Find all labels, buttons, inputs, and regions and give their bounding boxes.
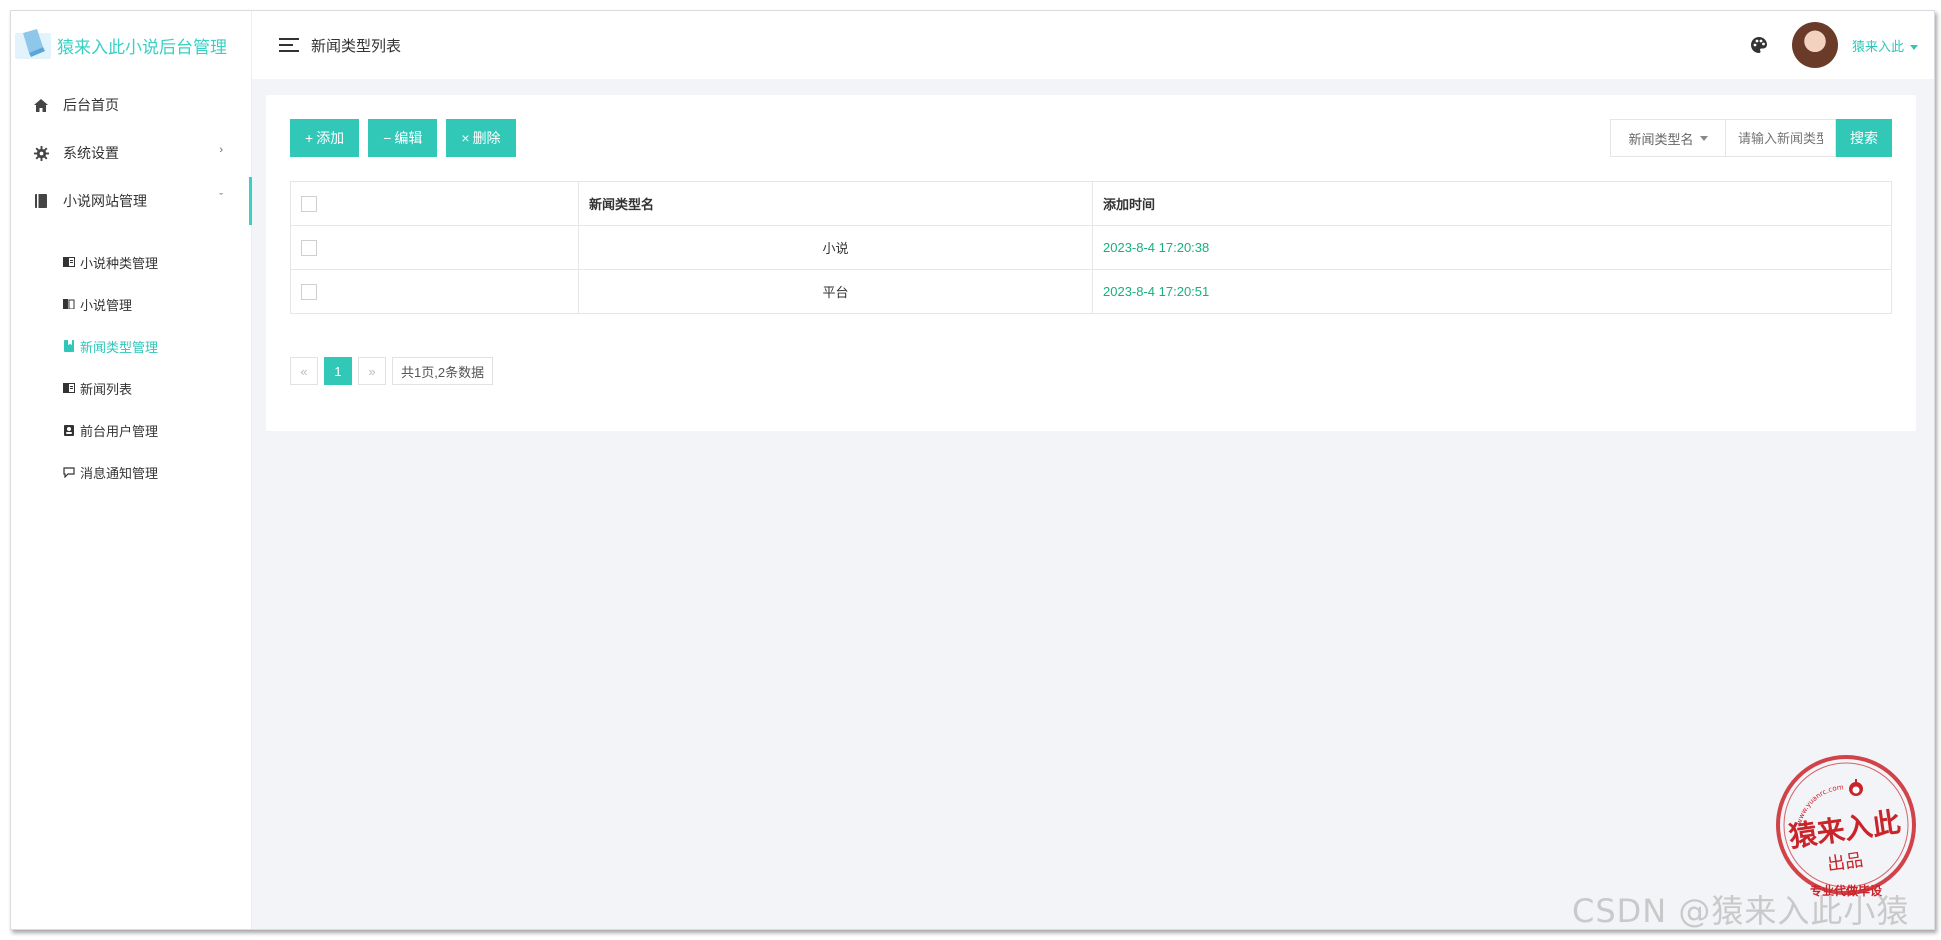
select-all-checkbox[interactable] (301, 195, 317, 212)
book-icon (33, 193, 49, 209)
book-open-icon (63, 256, 75, 268)
sub-item-label: 小说管理 (80, 297, 133, 313)
search-input[interactable] (1726, 119, 1836, 157)
sidebar-item-settings[interactable]: 系统设置 › (11, 129, 251, 177)
sidebar-item-news-type[interactable]: 新闻类型管理 (11, 325, 251, 367)
content-panel: +添加 −编辑 ×删除 新闻类型名 搜索 新闻类型名 添加时间 (266, 95, 1916, 431)
sidebar-item-messages[interactable]: 消息通知管理 (11, 451, 251, 493)
chevron-down-icon: ˇ (219, 192, 223, 204)
page-button-current[interactable]: 1 (324, 357, 352, 385)
sub-item-label: 消息通知管理 (80, 465, 159, 481)
user-menu[interactable]: 猿来入此 (1852, 36, 1918, 55)
book-open-icon (63, 382, 75, 394)
cell-time: 2023-8-4 17:20:38 (1092, 225, 1892, 270)
brand[interactable]: 猿来入此小说后台管理 (11, 11, 251, 79)
edit-label: 编辑 (394, 130, 423, 146)
sidebar-menu: 后台首页 系统设置 › 小说网站管理 ˇ 小说种类管理 小说管理 新闻类型管理 … (11, 81, 252, 493)
minus-icon: − (383, 130, 392, 146)
header-right: 猿来入此 (1750, 11, 1918, 79)
row-checkbox[interactable] (301, 283, 317, 300)
table-header-row: 新闻类型名 添加时间 (290, 181, 1892, 226)
plus-icon: + (305, 130, 314, 146)
delete-button[interactable]: × 删除 (446, 119, 516, 157)
sub-item-label: 新闻类型管理 (80, 339, 159, 355)
sidebar-item-novel-site[interactable]: 小说网站管理 ˇ (11, 177, 252, 225)
add-label: 添加 (316, 130, 345, 146)
user-card-icon (63, 424, 75, 436)
delete-label: 删除 (472, 130, 501, 146)
table-row[interactable]: 平台 2023-8-4 17:20:51 (290, 269, 1892, 314)
data-table: 新闻类型名 添加时间 小说 2023-8-4 17:20:38 平台 2023-… (290, 181, 1892, 314)
next-page-button[interactable]: » (358, 357, 386, 385)
avatar[interactable] (1791, 22, 1838, 68)
search-bar: 新闻类型名 搜索 (1610, 119, 1892, 157)
cell-name: 平台 (578, 269, 1093, 314)
palette-icon[interactable] (1750, 36, 1768, 54)
edit-button[interactable]: − 编辑 (368, 119, 438, 157)
home-icon (33, 97, 49, 113)
apple-icon (1849, 779, 1863, 796)
pagination: « 1 » 共1页,2条数据 (290, 357, 499, 385)
sidebar-item-front-users[interactable]: 前台用户管理 (11, 409, 251, 451)
caret-down-icon (1910, 44, 1918, 50)
search-field-label: 新闻类型名 (1628, 131, 1694, 147)
books-icon (63, 298, 75, 310)
table-row[interactable]: 小说 2023-8-4 17:20:38 (290, 225, 1892, 270)
menu-toggle-icon[interactable] (279, 38, 299, 52)
pagination-info: 共1页,2条数据 (392, 357, 494, 385)
sidebar-item-label: 小说网站管理 (63, 193, 147, 209)
top-header: 新闻类型列表 猿来入此 (252, 11, 1934, 79)
search-button[interactable]: 搜索 (1836, 119, 1892, 157)
sidebar-item-label: 后台首页 (63, 97, 119, 113)
sidebar-item-label: 系统设置 (63, 145, 119, 161)
sub-item-label: 新闻列表 (80, 381, 133, 397)
column-header-time: 添加时间 (1092, 181, 1892, 226)
sub-item-label: 前台用户管理 (80, 423, 159, 439)
message-icon (63, 466, 75, 478)
search-field-select[interactable]: 新闻类型名 (1610, 119, 1726, 157)
sidebar: 猿来入此小说后台管理 后台首页 系统设置 › 小说网站管理 ˇ 小说种类管理 小… (11, 11, 252, 929)
sidebar-item-novel-category[interactable]: 小说种类管理 (11, 241, 251, 283)
row-select-cell (290, 225, 579, 270)
brand-title: 猿来入此小说后台管理 (57, 37, 227, 57)
user-name: 猿来入此 (1851, 38, 1904, 54)
submenu: 小说种类管理 小说管理 新闻类型管理 新闻列表 前台用户管理 消息通知管理 (11, 225, 251, 493)
sub-item-label: 小说种类管理 (80, 255, 159, 271)
bookmark-icon (63, 340, 75, 352)
sidebar-item-home[interactable]: 后台首页 (11, 81, 251, 129)
gear-icon (33, 145, 49, 161)
caret-down-icon (1699, 135, 1708, 141)
row-checkbox[interactable] (301, 239, 317, 256)
stamp: www.yuanrc.com 猿来入此 出品 专业代做毕设 (1771, 753, 1921, 903)
cell-time: 2023-8-4 17:20:51 (1092, 269, 1892, 314)
app-window: 猿来入此小说后台管理 后台首页 系统设置 › 小说网站管理 ˇ 小说种类管理 小… (10, 10, 1935, 930)
watermark: CSDN @猿来入此小猿 (1572, 892, 1910, 930)
logo-icon (13, 25, 53, 65)
close-icon: × (461, 130, 470, 146)
page-title: 新闻类型列表 (311, 37, 402, 55)
column-header-name: 新闻类型名 (578, 181, 1093, 226)
select-all-cell (290, 181, 579, 226)
stamp-sub: 出品 (1826, 850, 1865, 876)
chevron-right-icon: › (219, 144, 223, 156)
prev-page-button[interactable]: « (290, 357, 318, 385)
sidebar-item-news-list[interactable]: 新闻列表 (11, 367, 251, 409)
toolbar: + 添加 − 编辑 × 删除 (290, 119, 525, 157)
sidebar-item-novel[interactable]: 小说管理 (11, 283, 251, 325)
row-select-cell (290, 269, 579, 314)
cell-name: 小说 (578, 225, 1093, 270)
add-button[interactable]: + 添加 (290, 119, 360, 157)
